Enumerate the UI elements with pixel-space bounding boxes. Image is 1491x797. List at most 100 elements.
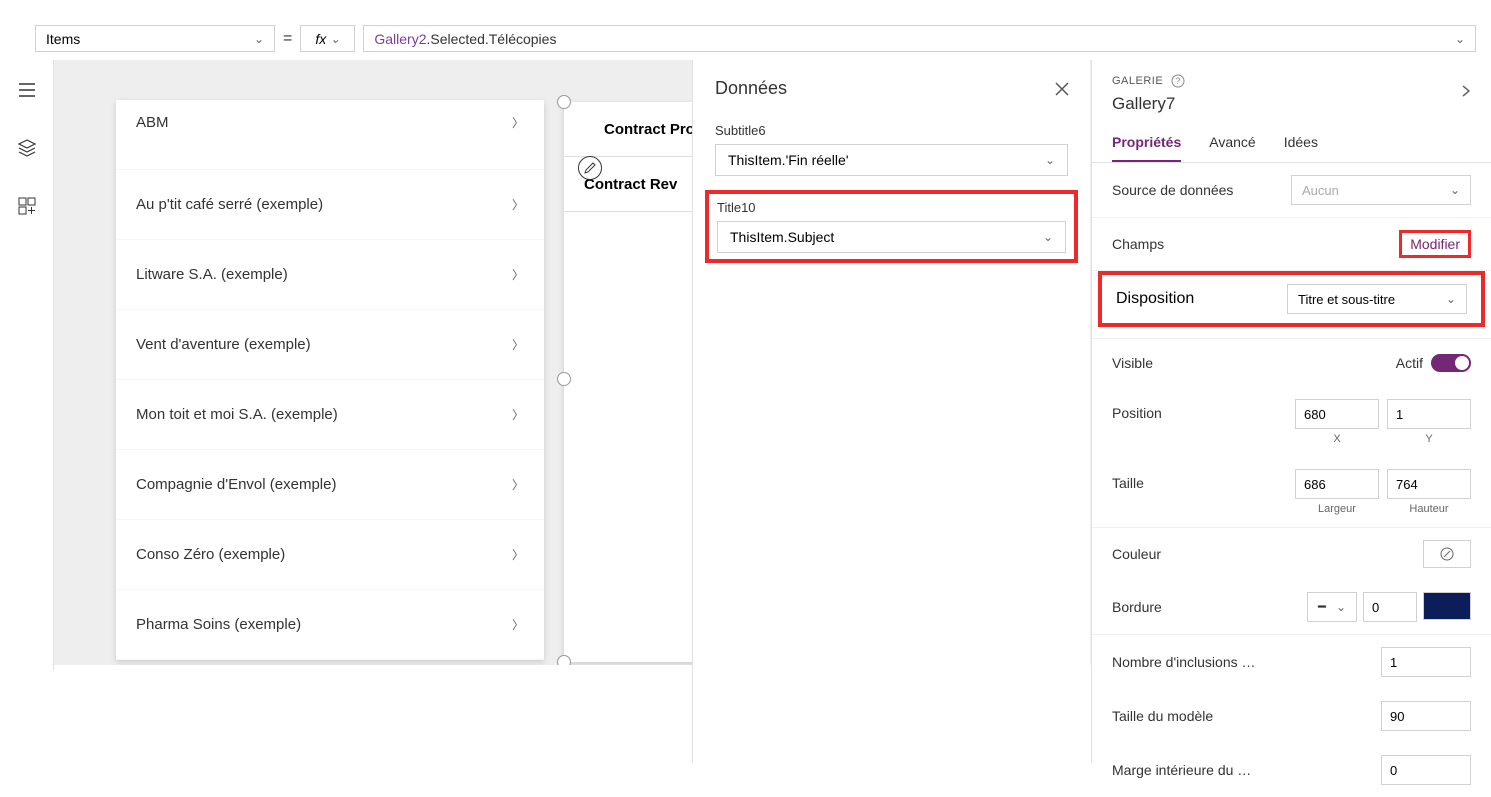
subtitle-select[interactable]: ThisItem.'Fin réelle' ⌄ [715, 144, 1068, 176]
chevron-down-icon: ⌄ [254, 32, 264, 46]
subtitle-value: ThisItem.'Fin réelle' [728, 152, 849, 168]
list-item[interactable]: Litware S.A. (exemple)〉 [116, 240, 544, 310]
chevron-down-icon: ⌄ [1446, 292, 1456, 306]
border-style-select[interactable]: ━⌄ [1307, 592, 1357, 622]
layout-label: Disposition [1116, 290, 1194, 308]
color-row: Couleur [1092, 528, 1491, 580]
formula-bar: Items ⌄ = fx ⌄ Gallery2.Selected.Télécop… [35, 25, 1476, 52]
list-item-label: Pharma Soins (exemple) [136, 616, 301, 633]
properties-header: GALERIE ? Gallery7 [1092, 60, 1491, 124]
visible-toggle[interactable] [1431, 354, 1471, 372]
data-panel: Données Subtitle6 ThisItem.'Fin réelle' … [692, 60, 1090, 763]
list-item-label: Mon toit et moi S.A. (exemple) [136, 406, 338, 423]
control-name: Gallery7 [1112, 94, 1471, 114]
chevron-right-icon: 〉 [512, 336, 524, 353]
position-label: Position [1112, 399, 1162, 421]
list-item[interactable]: Pharma Soins (exemple) 〉 [116, 590, 544, 660]
formula-input[interactable]: Gallery2.Selected.Télécopies ⌄ [363, 25, 1476, 52]
datasource-label: Source de données [1112, 182, 1233, 198]
chevron-down-icon: ⌄ [1455, 32, 1465, 46]
fx-label: fx [315, 31, 326, 47]
left-rail [0, 60, 54, 670]
chevron-down-icon: ⌄ [1450, 183, 1460, 197]
tab-advanced[interactable]: Avancé [1209, 134, 1255, 162]
list-item[interactable]: Vent d'aventure (exemple) 〉 [116, 310, 544, 380]
template-size-row: Taille du modèle [1092, 689, 1491, 743]
chevron-right-icon: 〉 [512, 616, 524, 633]
fx-button[interactable]: fx ⌄ [300, 25, 355, 52]
selection-handle[interactable] [557, 95, 571, 109]
list-item[interactable]: Mon toit et moi S.A. (exemple)〉 [116, 380, 544, 450]
datasource-select[interactable]: Aucun ⌄ [1291, 175, 1471, 205]
gallery-accounts[interactable]: ABM〉 Au p'tit café serré (exemple)〉 Litw… [116, 100, 544, 660]
color-label: Couleur [1112, 546, 1161, 562]
layout-select[interactable]: Titre et sous-titre ⌄ [1287, 284, 1467, 314]
help-icon[interactable]: ? [1171, 74, 1185, 88]
edit-icon[interactable] [578, 156, 602, 180]
selection-handle[interactable] [557, 372, 571, 386]
highlight-title-field: Title10 ThisItem.Subject ⌄ [705, 190, 1078, 263]
height-input[interactable] [1387, 469, 1471, 499]
fields-row: Champs Modifier [1092, 218, 1491, 271]
properties-tabs: Propriétés Avancé Idées [1092, 124, 1491, 163]
size-label: Taille [1112, 469, 1144, 491]
layers-icon[interactable] [17, 138, 37, 158]
inclusions-label: Nombre d'inclusions … [1112, 654, 1256, 670]
tab-properties[interactable]: Propriétés [1112, 134, 1181, 162]
list-item[interactable]: Compagnie d'Envol (exemple)〉 [116, 450, 544, 520]
close-icon[interactable] [1054, 81, 1070, 97]
datasource-row: Source de données Aucun ⌄ [1092, 163, 1491, 218]
title-label: Title10 [717, 200, 1066, 215]
color-picker[interactable] [1423, 540, 1471, 568]
highlight-layout-row: Disposition Titre et sous-titre ⌄ [1098, 271, 1485, 327]
data-panel-header: Données [693, 60, 1090, 119]
position-y-input[interactable] [1387, 399, 1471, 429]
datasource-value: Aucun [1302, 183, 1339, 198]
height-sublabel: Hauteur [1387, 503, 1471, 515]
hamburger-icon[interactable] [17, 80, 37, 100]
tab-ideas[interactable]: Idées [1284, 134, 1318, 162]
property-select[interactable]: Items ⌄ [35, 25, 275, 52]
layout-value: Titre et sous-titre [1298, 292, 1395, 307]
list-item[interactable]: ABM〉 [116, 100, 544, 170]
border-color-swatch[interactable] [1423, 592, 1471, 620]
formula-object: Gallery2 [374, 31, 426, 47]
property-select-value: Items [46, 31, 80, 47]
title-select[interactable]: ThisItem.Subject ⌄ [717, 221, 1066, 253]
list-item-label: Vent d'aventure (exemple) [136, 336, 311, 353]
inclusions-row: Nombre d'inclusions … [1092, 635, 1491, 689]
chevron-right-icon: 〉 [512, 114, 524, 131]
position-x-input[interactable] [1295, 399, 1379, 429]
padding-row: Marge intérieure du … [1092, 743, 1491, 797]
chevron-down-icon: ⌄ [1043, 230, 1053, 244]
section-label: GALERIE ? [1112, 74, 1471, 88]
visible-row: Visible Actif [1092, 339, 1491, 387]
chevron-down-icon: ⌄ [330, 32, 340, 46]
border-label: Bordure [1112, 599, 1162, 615]
inclusions-input[interactable] [1381, 647, 1471, 677]
padding-input[interactable] [1381, 755, 1471, 785]
subtitle-field-group: Subtitle6 ThisItem.'Fin réelle' ⌄ [693, 119, 1090, 190]
formula-rest: .Selected.Télécopies [426, 31, 556, 47]
chevron-down-icon: ⌄ [1045, 153, 1055, 167]
list-item[interactable]: Au p'tit café serré (exemple)〉 [116, 170, 544, 240]
list-item-label: Litware S.A. (exemple) [136, 266, 288, 283]
chevron-right-icon[interactable] [1459, 84, 1473, 98]
template-size-label: Taille du modèle [1112, 708, 1213, 724]
modify-fields-link[interactable]: Modifier [1399, 230, 1471, 258]
list-item[interactable]: Conso Zéro (exemple)〉 [116, 520, 544, 590]
add-component-icon[interactable] [17, 196, 37, 216]
border-width-input[interactable] [1363, 592, 1417, 622]
width-sublabel: Largeur [1295, 503, 1379, 515]
formula-text: Gallery2.Selected.Télécopies [374, 31, 556, 47]
title-value: ThisItem.Subject [730, 229, 834, 245]
template-size-input[interactable] [1381, 701, 1471, 731]
size-row: Taille Largeur Hauteur [1092, 457, 1491, 528]
list-item-label: Contract Pro [604, 121, 695, 138]
width-input[interactable] [1295, 469, 1379, 499]
properties-panel: GALERIE ? Gallery7 Propriétés Avancé Idé… [1091, 60, 1491, 763]
svg-text:?: ? [1175, 76, 1181, 86]
selection-handle[interactable] [557, 655, 571, 665]
y-sublabel: Y [1387, 433, 1471, 445]
data-panel-title: Données [715, 78, 787, 99]
